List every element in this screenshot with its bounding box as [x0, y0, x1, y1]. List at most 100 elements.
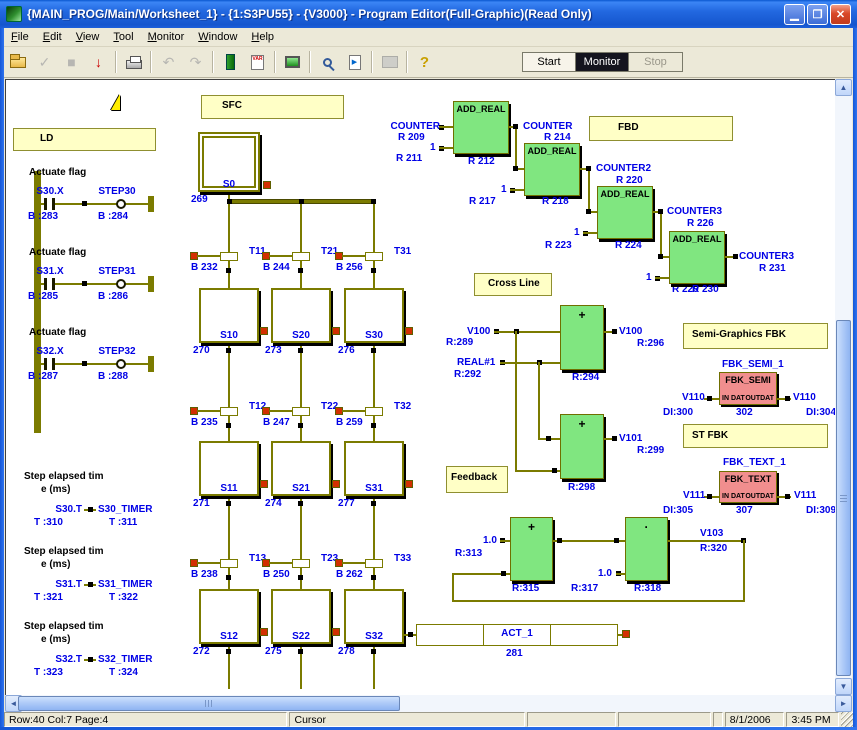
step-number: 269	[191, 194, 208, 205]
print-icon[interactable]	[121, 50, 146, 74]
stop-edit-icon[interactable]: ■	[59, 50, 84, 74]
note-st-fbk[interactable]: ST FBK	[683, 424, 828, 448]
plc-door-icon[interactable]	[218, 50, 243, 74]
note-fbd[interactable]: FBD	[589, 116, 733, 141]
fbd-add-block[interactable]: ADD_REAL	[524, 143, 580, 196]
block-title: ADD_REAL	[454, 104, 508, 114]
title-bar[interactable]: {MAIN_PROG/Main/Worksheet_1} - {1:S3PU55…	[0, 0, 857, 28]
coil-symbol[interactable]	[116, 199, 126, 209]
fbd-plus-block[interactable]: +	[560, 414, 604, 479]
fbd-input-name: 1	[430, 142, 436, 153]
scroll-right-arrow[interactable]: ►	[835, 695, 852, 712]
variable-editor-icon[interactable]: VAR	[245, 50, 270, 74]
sfc-step[interactable]: S10	[199, 288, 259, 343]
fbk-output-name: V110	[793, 392, 816, 403]
note-ld[interactable]: LD	[13, 128, 156, 151]
fbk-semi-block[interactable]: FBK_SEMI IN DAT OUTDAT	[719, 372, 777, 405]
vertical-scroll-thumb[interactable]	[836, 320, 851, 676]
sfc-step[interactable]: S12	[199, 589, 259, 644]
sfc-transition[interactable]	[220, 407, 238, 416]
contact-name: S30.X	[22, 186, 78, 197]
note-cross-line[interactable]: Cross Line	[474, 273, 552, 296]
stop-button[interactable]: Stop	[629, 53, 682, 71]
port-out-label: OUTDAT	[745, 395, 774, 402]
fbd-output-name: COUNTER	[523, 121, 572, 132]
fbd-multiply-block[interactable]: ·	[625, 517, 668, 581]
apply-check-icon[interactable]: ✓	[32, 50, 57, 74]
close-button[interactable]: ✕	[830, 4, 851, 25]
menu-edit[interactable]: Edit	[36, 29, 69, 45]
sfc-transition[interactable]	[365, 407, 383, 416]
menu-monitor[interactable]: Monitor	[141, 29, 192, 45]
fbd-add-block[interactable]: ADD_REAL	[669, 231, 725, 284]
page-jump-icon[interactable]: ▶	[342, 50, 367, 74]
minimize-button[interactable]: ▁	[784, 4, 805, 25]
sfc-step[interactable]: S22	[271, 589, 331, 644]
capture-icon[interactable]	[377, 50, 402, 74]
transition-address: B 259	[336, 417, 363, 428]
menu-tool[interactable]: Tool	[106, 29, 140, 45]
contact-symbol[interactable]	[44, 278, 55, 290]
redo-icon[interactable]: ↷	[183, 50, 208, 74]
junction-dot	[371, 649, 376, 654]
worksheet-canvas[interactable]: LD SFC FBD Cross Line Semi-Graphics FBK …	[5, 79, 835, 695]
step-name: S30	[346, 330, 402, 341]
sfc-step[interactable]: S21	[271, 441, 331, 496]
note-feedback[interactable]: Feedback	[446, 466, 508, 493]
sfc-transition[interactable]	[220, 559, 238, 568]
junction-dot	[82, 361, 87, 366]
open-file-icon[interactable]	[5, 50, 30, 74]
contact-symbol[interactable]	[44, 198, 55, 210]
menu-file[interactable]: File	[4, 29, 36, 45]
resize-grip[interactable]	[841, 712, 853, 727]
menu-window[interactable]: Window	[191, 29, 244, 45]
vertical-scrollbar[interactable]: ▲ ▼	[835, 79, 852, 695]
maximize-button[interactable]: ❐	[807, 4, 828, 25]
note-sfc[interactable]: SFC	[201, 95, 344, 119]
scroll-down-arrow[interactable]: ▼	[835, 678, 852, 695]
download-plc-icon[interactable]: ↓	[86, 50, 111, 74]
transition-address: B 250	[263, 569, 290, 580]
fbd-plus-block[interactable]: +	[560, 305, 604, 370]
menu-view[interactable]: View	[69, 29, 107, 45]
sfc-transition[interactable]	[365, 252, 383, 261]
fbd-add-block[interactable]: ADD_REAL	[453, 101, 509, 154]
sfc-transition[interactable]	[365, 559, 383, 568]
fbd-input-address: R 223	[545, 240, 572, 251]
sfc-transition[interactable]	[292, 252, 310, 261]
fbk-text-block[interactable]: FBK_TEXT IN DAT OUTDAT	[719, 471, 777, 503]
sfc-step[interactable]: S20	[271, 288, 331, 343]
note-semi-graphics[interactable]: Semi-Graphics FBK	[683, 323, 828, 349]
monitor-button[interactable]: Monitor	[576, 53, 629, 71]
sfc-transition[interactable]	[292, 407, 310, 416]
wire	[41, 283, 153, 285]
junction-dot	[513, 124, 518, 129]
sfc-step[interactable]: S32	[344, 589, 404, 644]
wire	[494, 331, 560, 333]
fbd-plus-block[interactable]: +	[510, 517, 553, 581]
junction-dot	[298, 423, 303, 428]
sfc-action-block[interactable]: ACT_1	[416, 624, 618, 646]
menu-help[interactable]: Help	[244, 29, 281, 45]
coil-symbol[interactable]	[116, 279, 126, 289]
contact-symbol[interactable]	[44, 358, 55, 370]
start-button[interactable]: Start	[523, 53, 576, 71]
toolbar-separator	[150, 51, 152, 73]
block-ports: IN DAT OUTDAT	[722, 493, 774, 500]
fbk-output-address: DI:309	[806, 505, 835, 516]
sfc-step[interactable]: S11	[199, 441, 259, 496]
zoom-icon[interactable]	[315, 50, 340, 74]
help-icon[interactable]: ?	[412, 50, 437, 74]
sfc-transition[interactable]	[292, 559, 310, 568]
horizontal-scrollbar[interactable]: ◄ ►	[5, 695, 852, 712]
sfc-initial-step[interactable]: S0	[198, 132, 260, 192]
graphic-monitor-icon[interactable]	[280, 50, 305, 74]
fbd-add-block[interactable]: ADD_REAL	[597, 186, 653, 239]
undo-icon[interactable]: ↶	[156, 50, 181, 74]
sfc-step[interactable]: S31	[344, 441, 404, 496]
coil-symbol[interactable]	[116, 359, 126, 369]
scroll-up-arrow[interactable]: ▲	[835, 79, 852, 96]
sfc-step[interactable]: S30	[344, 288, 404, 343]
sfc-transition[interactable]	[220, 252, 238, 261]
horizontal-scroll-thumb[interactable]	[18, 696, 400, 711]
